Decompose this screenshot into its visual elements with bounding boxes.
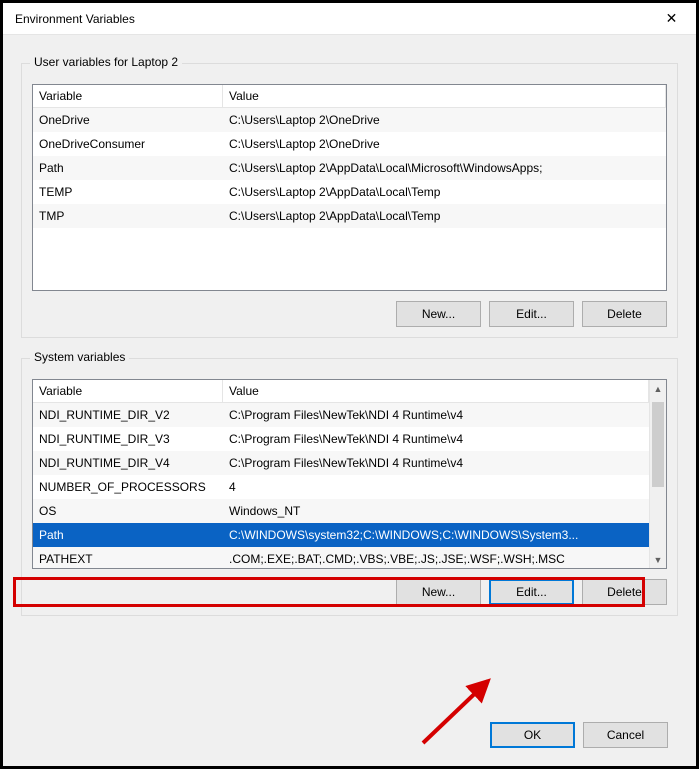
row-value: C:\Program Files\NewTek\NDI 4 Runtime\v4 <box>223 408 649 422</box>
scroll-down-icon[interactable]: ▼ <box>650 551 666 568</box>
row-variable: OneDriveConsumer <box>33 137 223 151</box>
row-variable: TMP <box>33 209 223 223</box>
row-value: 4 <box>223 480 649 494</box>
ok-button[interactable]: OK <box>490 722 575 748</box>
system-list-scrollbar[interactable]: ▲ ▼ <box>649 380 666 568</box>
user-list-header: Variable Value <box>33 85 666 108</box>
table-row[interactable]: TMPC:\Users\Laptop 2\AppData\Local\Temp <box>33 204 666 228</box>
content-area: User variables for Laptop 2 Variable Val… <box>3 35 696 766</box>
system-header-value[interactable]: Value <box>223 380 649 402</box>
row-value: Windows_NT <box>223 504 649 518</box>
table-row[interactable]: PathC:\Users\Laptop 2\AppData\Local\Micr… <box>33 156 666 180</box>
user-header-value[interactable]: Value <box>223 85 666 107</box>
system-list-header: Variable Value <box>33 380 649 403</box>
user-variables-list[interactable]: Variable Value OneDriveC:\Users\Laptop 2… <box>32 84 667 291</box>
table-row[interactable]: OneDriveC:\Users\Laptop 2\OneDrive <box>33 108 666 132</box>
user-new-button[interactable]: New... <box>396 301 481 327</box>
user-delete-button[interactable]: Delete <box>582 301 667 327</box>
table-row[interactable]: NDI_RUNTIME_DIR_V3C:\Program Files\NewTe… <box>33 427 649 451</box>
table-row[interactable]: PathC:\WINDOWS\system32;C:\WINDOWS;C:\WI… <box>33 523 649 547</box>
user-edit-button[interactable]: Edit... <box>489 301 574 327</box>
table-row[interactable]: NUMBER_OF_PROCESSORS4 <box>33 475 649 499</box>
row-variable: NDI_RUNTIME_DIR_V2 <box>33 408 223 422</box>
row-variable: OneDrive <box>33 113 223 127</box>
system-variables-group: System variables Variable Value NDI_RUNT… <box>21 358 678 616</box>
row-value: C:\Users\Laptop 2\OneDrive <box>223 137 666 151</box>
row-value: .COM;.EXE;.BAT;.CMD;.VBS;.VBE;.JS;.JSE;.… <box>223 552 649 566</box>
row-value: C:\Program Files\NewTek\NDI 4 Runtime\v4 <box>223 456 649 470</box>
system-variables-legend: System variables <box>30 350 129 364</box>
system-new-button[interactable]: New... <box>396 579 481 605</box>
system-variables-list[interactable]: Variable Value NDI_RUNTIME_DIR_V2C:\Prog… <box>32 379 667 569</box>
window-title: Environment Variables <box>15 12 135 26</box>
row-variable: NDI_RUNTIME_DIR_V4 <box>33 456 223 470</box>
row-variable: Path <box>33 528 223 542</box>
table-row[interactable]: PATHEXT.COM;.EXE;.BAT;.CMD;.VBS;.VBE;.JS… <box>33 547 649 568</box>
close-icon: ✕ <box>666 10 678 27</box>
user-header-variable[interactable]: Variable <box>33 85 223 107</box>
table-row[interactable]: TEMPC:\Users\Laptop 2\AppData\Local\Temp <box>33 180 666 204</box>
scroll-up-icon[interactable]: ▲ <box>650 380 666 397</box>
user-button-row: New... Edit... Delete <box>32 301 667 327</box>
row-value: C:\Program Files\NewTek\NDI 4 Runtime\v4 <box>223 432 649 446</box>
scroll-track[interactable] <box>650 397 666 551</box>
user-variables-group: User variables for Laptop 2 Variable Val… <box>21 63 678 338</box>
table-row[interactable]: NDI_RUNTIME_DIR_V2C:\Program Files\NewTe… <box>33 403 649 427</box>
row-variable: NUMBER_OF_PROCESSORS <box>33 480 223 494</box>
cancel-button[interactable]: Cancel <box>583 722 668 748</box>
row-value: C:\Users\Laptop 2\AppData\Local\Temp <box>223 185 666 199</box>
row-variable: NDI_RUNTIME_DIR_V3 <box>33 432 223 446</box>
system-header-variable[interactable]: Variable <box>33 380 223 402</box>
table-row[interactable]: NDI_RUNTIME_DIR_V4C:\Program Files\NewTe… <box>33 451 649 475</box>
row-variable: OS <box>33 504 223 518</box>
user-variables-legend: User variables for Laptop 2 <box>30 55 182 69</box>
table-row[interactable]: OSWindows_NT <box>33 499 649 523</box>
system-delete-button[interactable]: Delete <box>582 579 667 605</box>
scroll-thumb[interactable] <box>652 402 664 487</box>
system-button-row: New... Edit... Delete <box>32 579 667 605</box>
row-variable: Path <box>33 161 223 175</box>
system-edit-button[interactable]: Edit... <box>489 579 574 605</box>
row-value: C:\Users\Laptop 2\OneDrive <box>223 113 666 127</box>
close-button[interactable]: ✕ <box>649 4 694 34</box>
row-value: C:\Users\Laptop 2\AppData\Local\Microsof… <box>223 161 666 175</box>
row-value: C:\Users\Laptop 2\AppData\Local\Temp <box>223 209 666 223</box>
environment-variables-dialog: Environment Variables ✕ User variables f… <box>0 0 699 769</box>
row-variable: PATHEXT <box>33 552 223 566</box>
row-value: C:\WINDOWS\system32;C:\WINDOWS;C:\WINDOW… <box>223 528 649 542</box>
dialog-button-row: OK Cancel <box>490 722 668 748</box>
titlebar: Environment Variables ✕ <box>3 3 696 35</box>
row-variable: TEMP <box>33 185 223 199</box>
table-row[interactable]: OneDriveConsumerC:\Users\Laptop 2\OneDri… <box>33 132 666 156</box>
